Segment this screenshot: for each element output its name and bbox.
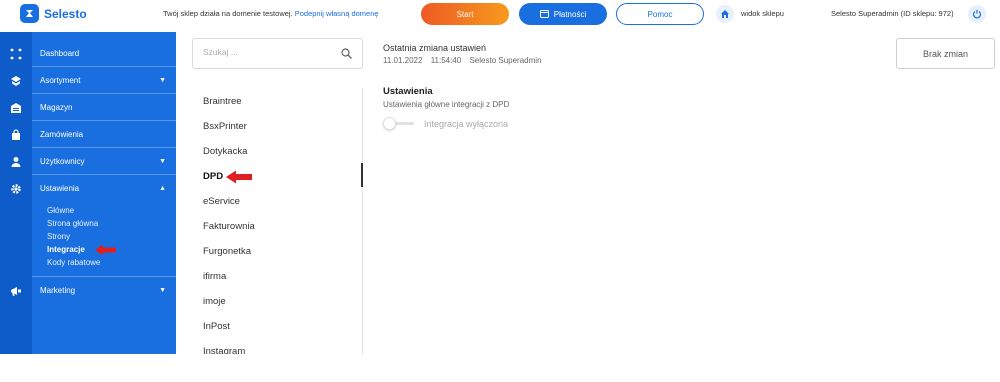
caret-down-icon: ▼ bbox=[159, 77, 166, 84]
change-date: 11.01.2022 bbox=[383, 56, 423, 65]
annotation-arrow-icon bbox=[95, 244, 116, 256]
sidebar-item-label: Dashboard bbox=[40, 48, 80, 58]
integration-item[interactable]: Furgonetka bbox=[203, 246, 251, 257]
sidebar-item-label: Ustawienia bbox=[40, 184, 80, 193]
orders-icon[interactable] bbox=[8, 127, 24, 143]
subitem-main[interactable]: Główne bbox=[47, 206, 74, 215]
caret-down-icon: ▼ bbox=[159, 287, 166, 294]
caret-down-icon: ▼ bbox=[159, 158, 166, 165]
sidebar-item-label: Magazyn bbox=[40, 102, 73, 112]
integration-toggle-row: Integracja wyłączona bbox=[383, 117, 508, 130]
sidebar-item-label: Użytkownicy bbox=[40, 156, 85, 166]
integration-item[interactable]: Braintree bbox=[203, 96, 242, 107]
subitem-homepage[interactable]: Strona główna bbox=[47, 219, 98, 228]
integration-item[interactable]: imoje bbox=[203, 296, 226, 307]
help-button-label: Pomoc bbox=[647, 9, 673, 19]
integration-item[interactable]: Instagram bbox=[203, 346, 245, 354]
integration-item[interactable]: eService bbox=[203, 196, 240, 207]
domain-note: Twój sklep działa na domenie testowej. P… bbox=[163, 9, 379, 18]
subitem-integrations[interactable]: Integracje bbox=[47, 245, 85, 254]
payments-button[interactable]: Płatności bbox=[519, 3, 607, 25]
selesto-logo-icon bbox=[20, 4, 39, 23]
start-button[interactable]: Start bbox=[421, 3, 509, 25]
settings-title: Ustawienia bbox=[383, 86, 433, 97]
help-button[interactable]: Pomoc bbox=[616, 3, 704, 25]
home-icon[interactable] bbox=[716, 5, 734, 23]
settings-section: Ustawienia Ustawienia główne integracji … bbox=[383, 86, 509, 109]
subitem-pages[interactable]: Strony bbox=[47, 232, 70, 241]
power-icon[interactable] bbox=[968, 5, 986, 23]
dashboard-icon[interactable] bbox=[8, 46, 24, 62]
last-change-info: Ostatnia zmiana ustawień 11.01.2022 11:5… bbox=[383, 43, 548, 65]
icon-bar bbox=[0, 32, 32, 354]
shop-view-link[interactable]: widok sklepu bbox=[741, 9, 784, 18]
sidebar-item-users[interactable]: Użytkownicy ▼ bbox=[32, 148, 176, 175]
domain-link[interactable]: Podepnij własną domenę bbox=[295, 9, 379, 18]
change-meta: 11.01.2022 11:54:40 Selesto Superadmin bbox=[383, 56, 548, 65]
marketing-icon[interactable] bbox=[8, 283, 24, 299]
integration-list: Braintree BsxPrinter Dotykacka DPD eServ… bbox=[176, 88, 363, 354]
sidebar-item-warehouse[interactable]: Magazyn bbox=[32, 94, 176, 121]
list-divider bbox=[362, 88, 363, 354]
toggle-knob bbox=[383, 117, 396, 130]
no-changes-label: Brak zmian bbox=[922, 48, 968, 59]
sidebar-item-marketing[interactable]: Marketing ▼ bbox=[32, 276, 176, 303]
active-indicator bbox=[361, 163, 363, 187]
sidebar-item-dashboard[interactable]: Dashboard bbox=[32, 40, 176, 67]
subitem-discount-codes[interactable]: Kody rabatowe bbox=[47, 258, 100, 267]
warehouse-icon[interactable] bbox=[8, 100, 24, 116]
assortment-icon[interactable] bbox=[8, 73, 24, 89]
integration-item[interactable]: ifirma bbox=[203, 271, 226, 282]
caret-up-icon: ▲ bbox=[159, 185, 166, 192]
integration-toggle[interactable] bbox=[383, 117, 414, 130]
start-button-label: Start bbox=[456, 9, 474, 19]
users-icon[interactable] bbox=[8, 154, 24, 170]
logo-text: Selesto bbox=[44, 6, 87, 21]
search-box bbox=[192, 38, 363, 69]
change-author: Selesto Superadmin bbox=[469, 56, 542, 65]
annotation-arrow-icon bbox=[226, 170, 252, 184]
sidebar-item-label: Zamówienia bbox=[40, 129, 84, 139]
change-time: 11:54:40 bbox=[430, 56, 462, 65]
user-info: Selesto Superadmin (ID sklepu: 972) bbox=[831, 9, 954, 18]
last-change-label: Ostatnia zmiana ustawień bbox=[383, 43, 487, 53]
no-changes-button[interactable]: Brak zmian bbox=[896, 38, 995, 69]
gear-icon[interactable] bbox=[8, 181, 24, 197]
card-icon bbox=[539, 10, 549, 18]
sidebar-item-assortment[interactable]: Asortyment ▼ bbox=[32, 67, 176, 94]
integration-item[interactable]: BsxPrinter bbox=[203, 121, 247, 132]
integration-item-active[interactable]: DPD bbox=[203, 171, 223, 182]
sidebar-item-orders[interactable]: Zamówienia bbox=[32, 121, 176, 148]
settings-subtitle: Ustawienia główne integracji z DPD bbox=[383, 100, 510, 109]
search-input[interactable] bbox=[203, 47, 333, 57]
logo[interactable]: Selesto bbox=[20, 4, 87, 23]
domain-note-text: Twój sklep działa na domenie testowej. bbox=[163, 9, 293, 18]
payments-button-label: Płatności bbox=[553, 9, 587, 19]
sidebar: Dashboard Asortyment ▼ Magazyn Zamówieni… bbox=[32, 32, 176, 354]
integration-item[interactable]: Fakturownia bbox=[203, 221, 255, 232]
integration-item[interactable]: Dotykacka bbox=[203, 146, 247, 157]
integration-item[interactable]: InPost bbox=[203, 321, 230, 332]
sidebar-item-settings[interactable]: Ustawienia ▲ bbox=[32, 175, 176, 202]
sidebar-item-label: Asortyment bbox=[40, 75, 81, 85]
toggle-label: Integracja wyłączona bbox=[424, 118, 509, 129]
sidebar-item-label: Marketing bbox=[40, 285, 76, 295]
search-icon[interactable] bbox=[341, 48, 352, 59]
top-bar: Selesto Twój sklep działa na domenie tes… bbox=[0, 0, 1000, 30]
